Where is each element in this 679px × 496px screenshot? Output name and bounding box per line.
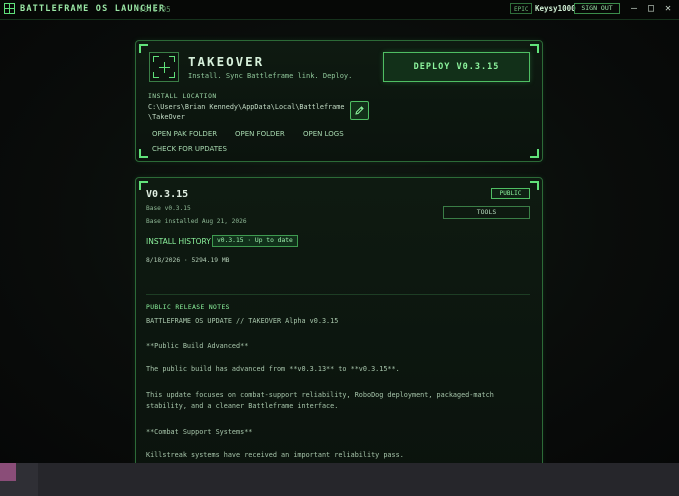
edit-pencil-icon xyxy=(355,106,364,115)
install-path-line: C:\Users\Brian Kennedy\AppData\Local\Bat… xyxy=(148,103,345,111)
taskbar-app-icon[interactable] xyxy=(0,463,16,481)
game-logo-icon xyxy=(149,52,179,82)
game-title: TAKEOVER xyxy=(188,54,265,69)
tools-button[interactable]: TOOLS xyxy=(443,206,530,219)
game-panel: TAKEOVER Install. Sync Battleframe link.… xyxy=(135,40,543,162)
corner-decoration xyxy=(530,44,539,53)
game-subtitle: Install. Sync Battleframe link. Deploy. xyxy=(188,72,353,80)
corner-decoration xyxy=(139,44,148,53)
install-history-label[interactable]: INSTALL HISTORY xyxy=(146,237,211,246)
open-pak-folder-button[interactable]: OPEN PAK FOLDER xyxy=(152,130,217,138)
open-logs-button[interactable]: OPEN LOGS xyxy=(303,130,344,138)
divider xyxy=(146,294,530,295)
minimize-icon[interactable]: — xyxy=(627,2,641,16)
release-note-line: BATTLEFRAME OS UPDATE // TAKEOVER Alpha … xyxy=(146,317,339,325)
deploy-button[interactable]: DEPLOY V0.3.15 xyxy=(383,52,530,82)
release-note-line: **Combat Support Systems** xyxy=(146,428,253,436)
release-notes-label: PUBLIC RELEASE NOTES xyxy=(146,304,230,311)
app-version: v0.1.95 xyxy=(139,5,171,14)
user-name: Keysy1000 xyxy=(535,4,576,13)
edit-location-button[interactable] xyxy=(350,101,369,120)
open-folder-button[interactable]: OPEN FOLDER xyxy=(235,130,285,138)
release-note-line: The public build has advanced from **v0.… xyxy=(146,365,400,373)
release-note-line: stability, and a cleaner Battleframe int… xyxy=(146,402,339,410)
release-panel: V0.3.15 Base v0.3.15 Base installed Aug … xyxy=(135,177,543,477)
close-icon[interactable]: ✕ xyxy=(661,2,675,16)
sign-out-button[interactable]: SIGN OUT xyxy=(574,3,620,14)
release-note-line: **Public Build Advanced** xyxy=(146,342,249,350)
title-bar: BATTLEFRAME OS LAUNCHER v0.1.95 EPIC Key… xyxy=(0,0,679,20)
check-updates-button[interactable]: CHECK FOR UPDATES xyxy=(152,145,227,153)
install-path: C:\Users\Brian Kennedy\AppData\Local\Bat… xyxy=(148,102,348,122)
up-to-date-badge: v0.3.15 · Up to date xyxy=(212,235,298,247)
base-version: Base v0.3.15 xyxy=(146,205,191,212)
channel-badge: PUBLIC xyxy=(491,188,530,199)
base-installed-date: Base installed Aug 21, 2026 xyxy=(146,218,247,225)
app-logo-icon xyxy=(4,3,15,14)
maximize-icon[interactable]: □ xyxy=(644,2,658,16)
corner-decoration xyxy=(139,149,148,158)
install-path-line: \TakeOver xyxy=(148,113,185,121)
history-entry: 8/18/2026 · 5294.19 MB xyxy=(146,257,230,264)
release-note-line: Killstreak systems have received an impo… xyxy=(146,451,404,459)
install-location-label: INSTALL LOCATION xyxy=(148,93,217,100)
corner-decoration xyxy=(530,181,539,190)
account-type-badge: EPIC xyxy=(510,3,533,14)
corner-decoration xyxy=(530,149,539,158)
release-note-line: This update focuses on combat-support re… xyxy=(146,391,494,399)
release-version: V0.3.15 xyxy=(146,189,189,200)
os-taskbar xyxy=(0,463,679,496)
